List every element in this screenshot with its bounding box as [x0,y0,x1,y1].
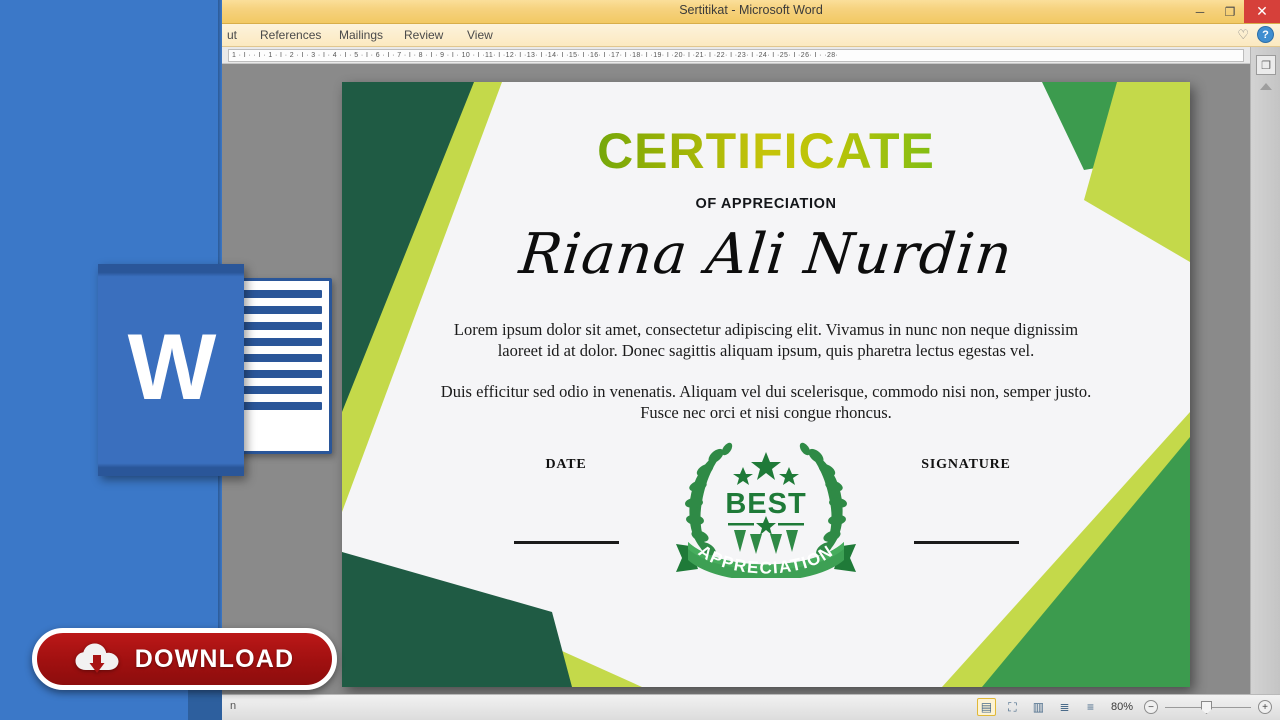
zoom-slider-handle[interactable] [1201,701,1212,714]
download-button[interactable]: DOWNLOAD [32,628,337,690]
zoom-slider[interactable] [1165,700,1251,714]
doc-line [234,370,322,378]
signature-line [913,541,1019,544]
tab-view[interactable]: View [467,28,493,42]
taskbar-sliver [0,690,222,720]
restore-button[interactable]: ❐ [1216,0,1244,23]
right-side-panel: ❐ [1250,47,1280,694]
view-read-mode-button[interactable]: ⛶ [1003,698,1022,716]
word-window: Sertitikat - Microsoft Word ─ ❐ ✕ ut Ref… [222,0,1280,720]
window-title: Sertitikat - Microsoft Word [679,3,823,17]
doc-line [234,354,322,362]
ribbon-right-controls: ♡ ? [1237,26,1274,43]
zoom-in-button[interactable]: + [1258,700,1272,714]
seal-stars-icon [733,452,799,485]
date-label: DATE [545,457,587,472]
body-paragraph-2: Duis efficitur sed odio in venenatis. Al… [440,381,1092,423]
signature-label: SIGNATURE [921,457,1011,472]
side-panel-icon[interactable]: ❐ [1256,55,1276,75]
close-button[interactable]: ✕ [1244,0,1280,23]
cloud-download-icon [75,643,121,675]
certificate-page: CERTIFICATE OF APPRECIATION Riana Ali Nu… [342,82,1190,687]
date-block: DATE [456,457,676,544]
doc-line [234,306,322,314]
word-logo-letter: W [127,314,217,419]
ribbon-tab-strip: ut References Mailings Review View ♡ ? [222,24,1280,47]
ruler-marks: 1 · I · · I · 1 · I · 2 · I · 3 · I · 4 … [228,49,1244,62]
doc-line [234,338,322,346]
view-outline-button[interactable]: ≣ [1055,698,1074,716]
taskbar-shade [188,690,222,720]
doc-line [234,322,322,330]
certificate-title: CERTIFICATE [342,122,1190,180]
doc-line [234,386,322,394]
view-print-layout-button[interactable]: ▤ [976,698,996,716]
certificate-subtitle: OF APPRECIATION [695,196,837,212]
microsoft-word-logo: W [98,264,336,476]
status-bar-controls: ▤ ⛶ ▥ ≣ ≡ 80% − + [976,698,1272,716]
horizontal-ruler[interactable]: 1 · I · · I · 1 · I · 2 · I · 3 · I · 4 … [222,47,1280,64]
status-bar-text: n [230,700,237,712]
help-icon[interactable]: ? [1257,26,1274,43]
tab-review[interactable]: Review [404,28,443,42]
zoom-out-button[interactable]: − [1144,700,1158,714]
download-label: DOWNLOAD [134,644,295,673]
minimize-button[interactable]: ─ [1186,0,1214,23]
recipient-name: Riana Ali Nurdin [516,222,1016,287]
seal-ribbon: APPRECIATION [676,541,856,581]
tab-references[interactable]: References [260,28,321,42]
scroll-up-arrow[interactable] [1260,83,1272,90]
signature-block: SIGNATURE [856,457,1076,544]
date-signature-line [513,541,619,544]
view-draft-button[interactable]: ≡ [1081,698,1100,716]
doc-line [234,290,322,298]
title-bar: Sertitikat - Microsoft Word ─ ❐ ✕ [222,0,1280,24]
heart-icon[interactable]: ♡ [1237,27,1249,43]
status-bar: n ▤ ⛶ ▥ ≣ ≡ 80% − + [222,694,1280,720]
seal-best-text: BEST [725,488,806,520]
word-logo-panel: W [98,264,244,476]
tab-layout[interactable]: ut [227,28,237,42]
doc-line [234,402,322,410]
zoom-level-label[interactable]: 80% [1111,701,1133,713]
document-canvas: CERTIFICATE OF APPRECIATION Riana Ali Nu… [222,64,1250,694]
view-web-layout-button[interactable]: ▥ [1029,698,1048,716]
certificate-body: Lorem ipsum dolor sit amet, consectetur … [437,319,1095,424]
appreciation-seal: BEST APPRECIATION [672,430,860,581]
body-paragraph-1: Lorem ipsum dolor sit amet, consectetur … [453,320,1079,361]
tab-mailings[interactable]: Mailings [339,28,383,42]
